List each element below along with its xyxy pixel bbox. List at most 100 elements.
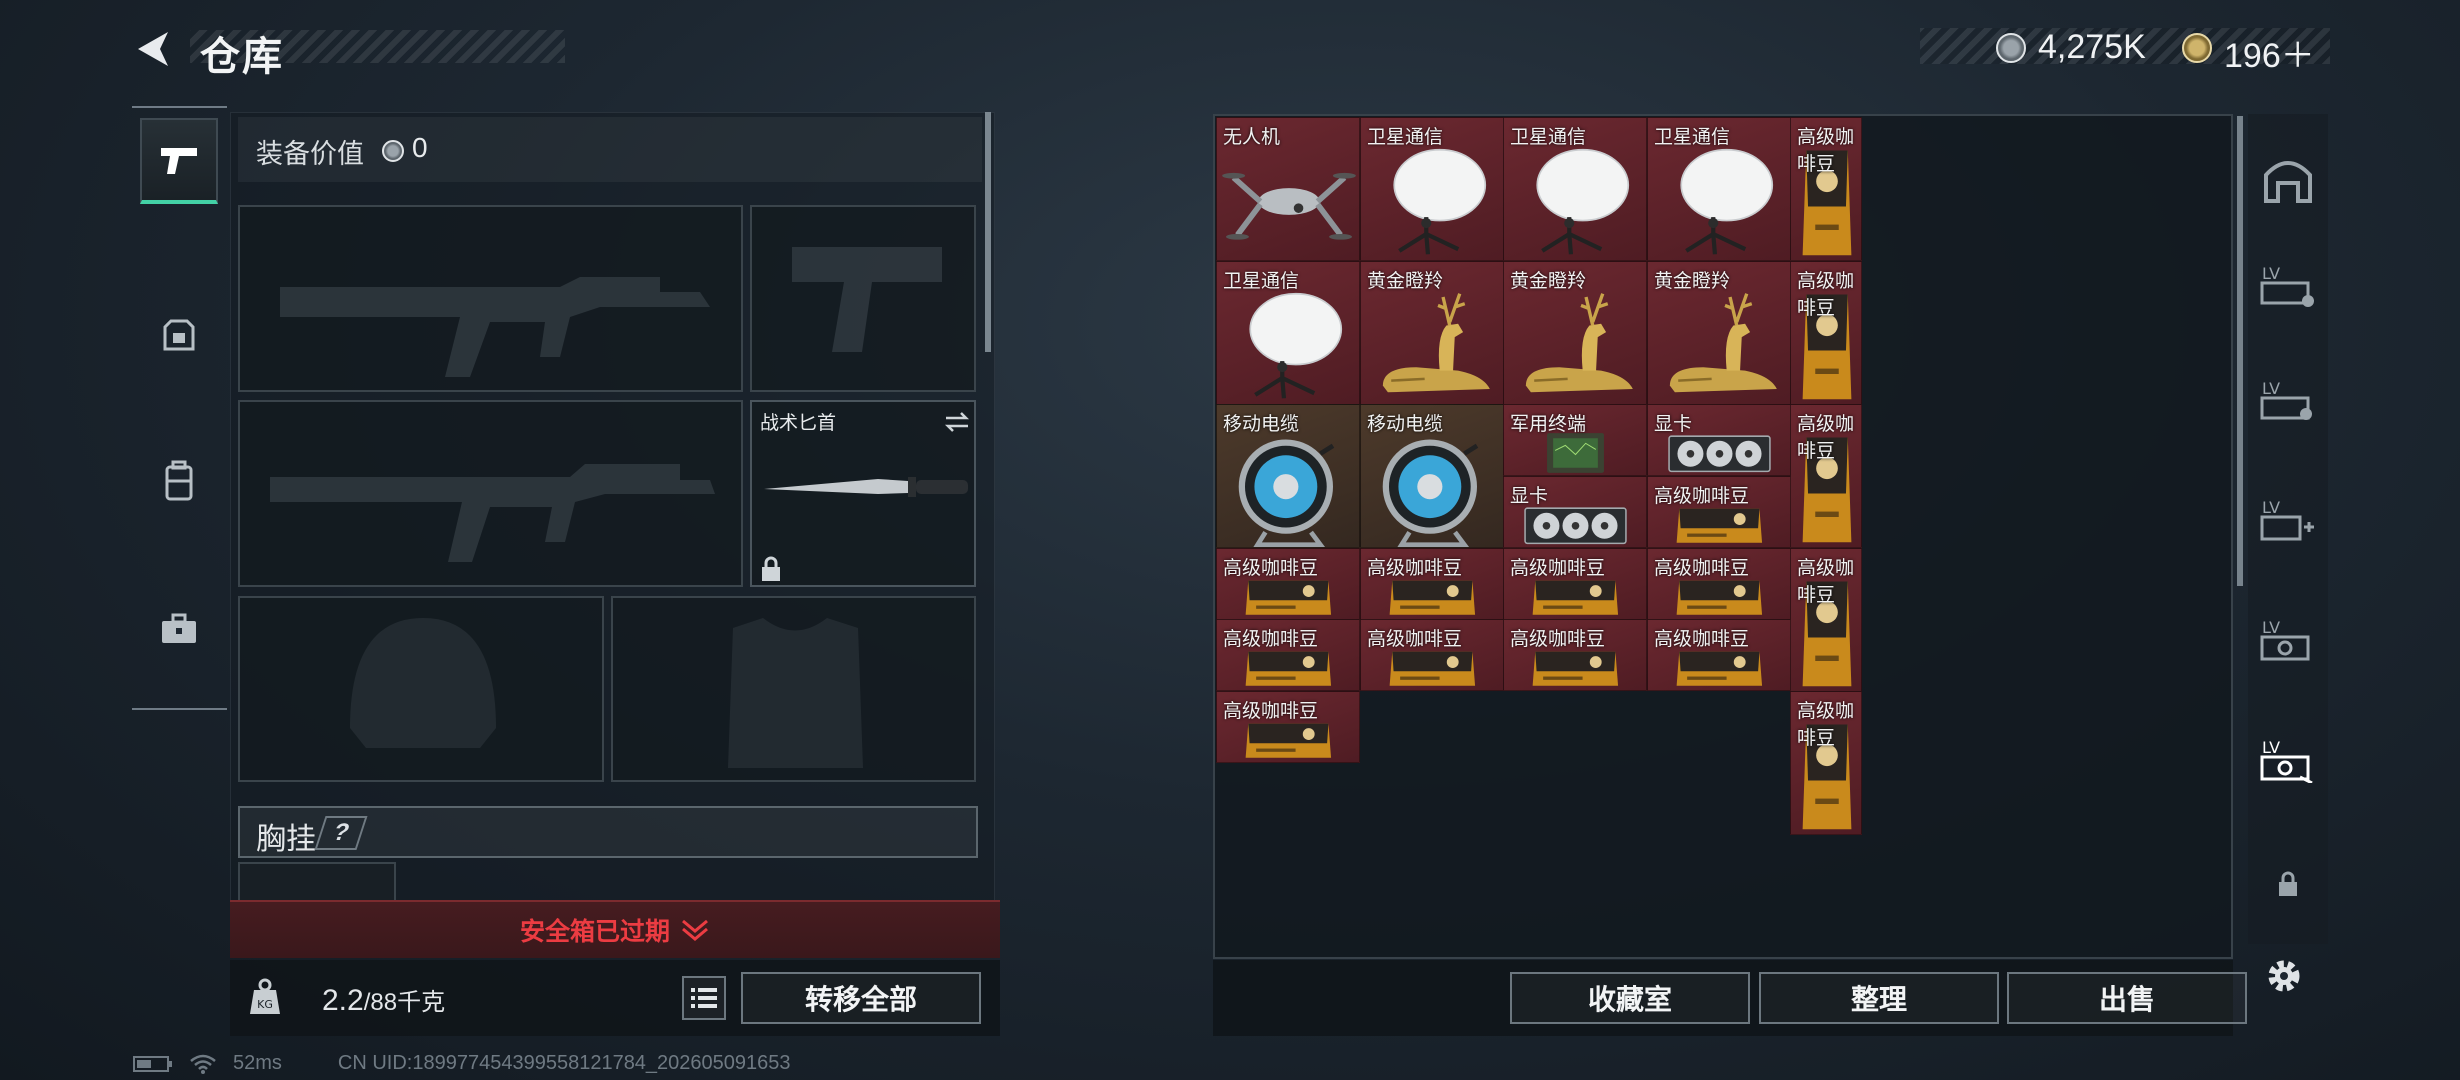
item-label: 高级咖啡豆 <box>1797 701 1855 749</box>
coffee-bag-wide-icon <box>1389 651 1476 686</box>
level-vault-active-icon[interactable]: LV <box>2258 730 2318 790</box>
inventory-item-coffee-bag[interactable]: 高级咖啡豆 <box>1360 548 1504 620</box>
sidearm-slot[interactable] <box>750 205 976 392</box>
item-label: 无人机 <box>1223 127 1281 148</box>
satellite-dish-icon <box>1393 148 1487 255</box>
settings-gear-icon[interactable] <box>2254 946 2314 1006</box>
tab-backpack[interactable] <box>140 438 218 524</box>
inventory-item-coffee-bag[interactable]: 高级咖啡豆 <box>1360 619 1504 691</box>
inventory-item-coffee-bag[interactable]: 高级咖啡豆 <box>1647 476 1791 548</box>
item-label: 高级咖啡豆 <box>1367 558 1463 579</box>
level-vault-icon[interactable]: LV <box>2258 610 2318 670</box>
inventory-item-graphics-card[interactable]: 显卡 <box>1647 404 1791 476</box>
equipment-value-amount: 0 <box>412 132 428 163</box>
pistol-silhouette-icon <box>792 247 942 352</box>
safe-box-bar[interactable]: 安全箱已过期 <box>230 900 1000 958</box>
gold-amount[interactable]: 196＋ <box>2224 28 2315 77</box>
inventory-item-coffee-bag[interactable]: 高级咖啡豆 <box>1790 691 1862 835</box>
collection-room-button[interactable]: 收藏室 <box>1510 972 1750 1024</box>
knife-slot[interactable]: 战术匕首 <box>750 400 976 587</box>
item-label: 高级咖啡豆 <box>1654 486 1750 507</box>
equipment-value-label: 装备价值 <box>256 139 364 169</box>
svg-text:LV: LV <box>2262 264 2280 283</box>
back-arrow-icon[interactable] <box>130 26 176 72</box>
level-case-2-icon[interactable]: LV <box>2258 370 2318 430</box>
item-label: 显卡 <box>1654 414 1693 435</box>
inventory-scrollbar[interactable] <box>2237 116 2243 586</box>
level-case-icon[interactable]: LV <box>2258 255 2318 315</box>
tab-kit[interactable] <box>140 586 218 672</box>
secondary-weapon-slot[interactable] <box>238 400 743 587</box>
item-label: 黄金瞪羚 <box>1367 271 1444 292</box>
left-scrollbar[interactable] <box>985 112 991 352</box>
list-view-button[interactable] <box>682 976 726 1020</box>
silver-amount: 4,275K <box>2038 28 2146 66</box>
backpack-icon <box>165 460 193 501</box>
inventory-item-coffee-bag[interactable]: 高级咖啡豆 <box>1503 548 1647 620</box>
item-label: 高级咖啡豆 <box>1223 701 1319 722</box>
helmet-slot[interactable] <box>238 596 604 782</box>
cable-reel-icon <box>1238 439 1335 547</box>
item-label: 高级咖啡豆 <box>1510 558 1606 579</box>
inventory-item-satellite-dish[interactable]: 卫星通信 <box>1216 261 1360 405</box>
vault-icon[interactable] <box>2258 150 2318 210</box>
inventory-item-drone[interactable]: 无人机 <box>1216 117 1360 261</box>
item-label: 移动电缆 <box>1367 414 1444 435</box>
transfer-all-button[interactable]: 转移全部 <box>741 972 981 1024</box>
chest-rig-slot[interactable] <box>238 862 396 902</box>
inventory-item-coffee-bag[interactable]: 高级咖啡豆 <box>1503 619 1647 691</box>
inventory-item-coffee-bag[interactable]: 高级咖啡豆 <box>1647 619 1791 691</box>
inventory-item-coffee-bag[interactable]: 高级咖啡豆 <box>1790 548 1862 692</box>
inventory-item-golden-gazelle[interactable]: 黄金瞪羚 <box>1503 261 1647 405</box>
inventory-item-golden-gazelle[interactable]: 黄金瞪羚 <box>1647 261 1791 405</box>
inventory-item-coffee-bag[interactable]: 高级咖啡豆 <box>1790 117 1862 261</box>
inventory-item-coffee-bag[interactable]: 高级咖啡豆 <box>1216 619 1360 691</box>
inventory-item-cable-reel[interactable]: 移动电缆 <box>1216 404 1360 548</box>
item-label: 高级咖啡豆 <box>1797 127 1855 175</box>
coffee-bag-wide-icon <box>1676 508 1763 543</box>
lock-icon <box>762 556 780 581</box>
helmet-silhouette-icon <box>350 618 496 748</box>
inventory-item-coffee-bag[interactable]: 高级咖啡豆 <box>1216 691 1360 763</box>
item-label: 高级咖啡豆 <box>1223 558 1319 579</box>
inventory-item-coffee-bag[interactable]: 高级咖啡豆 <box>1216 548 1360 620</box>
organize-button[interactable]: 整理 <box>1759 972 1999 1024</box>
svg-text:LV: LV <box>2262 618 2280 637</box>
inventory-item-coffee-bag[interactable]: 高级咖啡豆 <box>1790 261 1862 405</box>
inventory-item-satellite-dish[interactable]: 卫星通信 <box>1503 117 1647 261</box>
primary-weapon-slot[interactable] <box>238 205 743 392</box>
inventory-item-satellite-dish[interactable]: 卫星通信 <box>1647 117 1791 261</box>
item-label: 高级咖啡豆 <box>1223 629 1319 650</box>
item-label: 显卡 <box>1510 486 1549 507</box>
knife-label: 战术匕首 <box>760 413 837 434</box>
tabs-divider-bottom <box>132 708 227 710</box>
inventory-item-military-terminal[interactable]: 军用终端 <box>1503 404 1647 476</box>
cable-reel-icon <box>1382 439 1479 547</box>
silver-coin-icon <box>1996 33 2026 63</box>
inventory-item-coffee-bag[interactable]: 高级咖啡豆 <box>1647 548 1791 620</box>
sell-button[interactable]: 出售 <box>2007 972 2247 1024</box>
item-label: 高级咖啡豆 <box>1797 271 1855 319</box>
tactical-knife-icon <box>764 477 968 497</box>
inventory-item-cable-reel[interactable]: 移动电缆 <box>1360 404 1504 548</box>
coffee-bag-wide-icon <box>1245 723 1332 758</box>
inventory-item-graphics-card[interactable]: 显卡 <box>1503 476 1647 548</box>
inventory-item-satellite-dish[interactable]: 卫星通信 <box>1360 117 1504 261</box>
tab-weapons[interactable] <box>140 118 218 204</box>
rifle-silhouette-icon <box>280 277 710 377</box>
swap-icon <box>944 412 970 432</box>
tab-armor[interactable] <box>140 292 218 378</box>
item-label: 黄金瞪羚 <box>1510 271 1587 292</box>
coffee-bag-wide-icon <box>1245 580 1332 615</box>
weight-icon: KG <box>248 978 282 1016</box>
golden-gazelle-icon <box>1669 293 1777 393</box>
list-icon <box>691 988 717 1008</box>
level-medkit-icon[interactable]: LV <box>2258 490 2318 550</box>
inventory-item-coffee-bag[interactable]: 高级咖啡豆 <box>1790 404 1862 548</box>
body-armor-slot[interactable] <box>611 596 976 782</box>
wifi-icon <box>190 1054 216 1074</box>
ping-readout: 52ms <box>233 1052 282 1074</box>
inventory-item-golden-gazelle[interactable]: 黄金瞪羚 <box>1360 261 1504 405</box>
item-label: 高级咖啡豆 <box>1797 414 1855 462</box>
inventory-grid[interactable]: 无人机 卫星通信 卫星通信 卫星通信 高级咖啡豆 卫星通信 黄金瞪羚 黄金瞪羚 黄金瞪羚 高级咖啡… <box>1216 117 2230 959</box>
